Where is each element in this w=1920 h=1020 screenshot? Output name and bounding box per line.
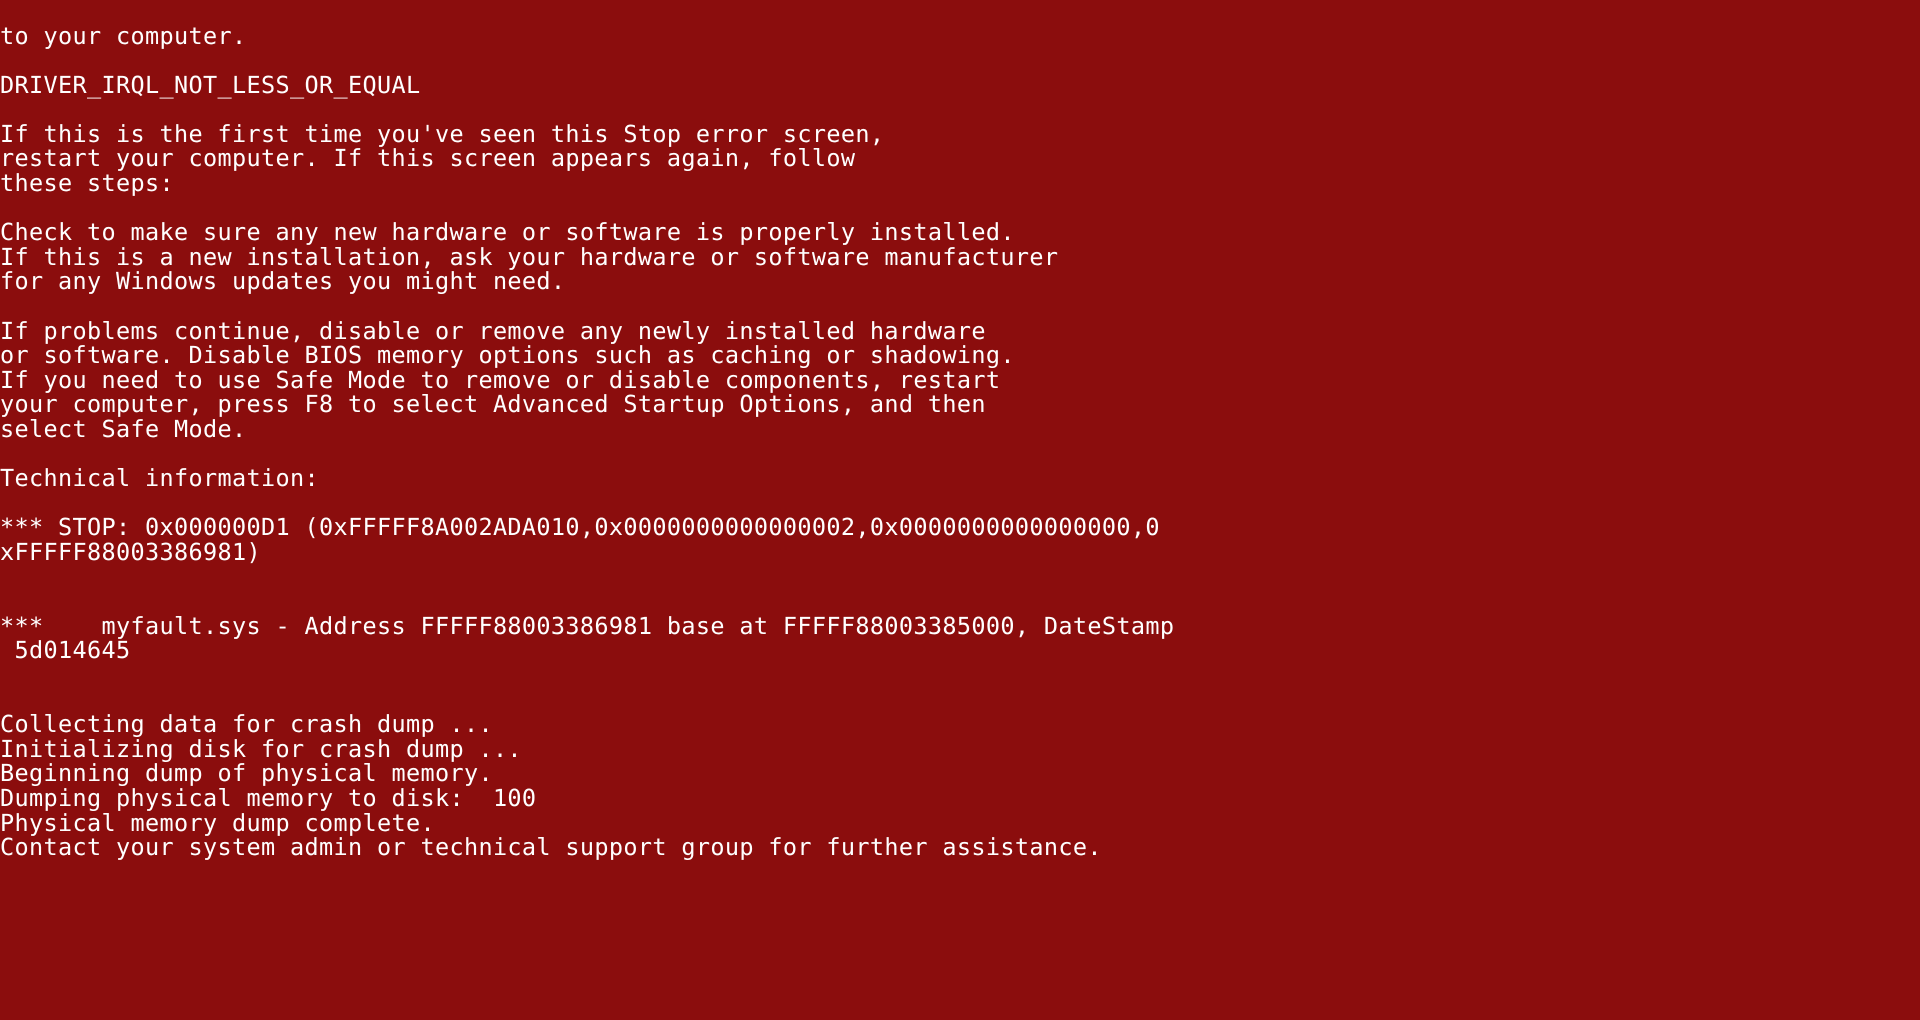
crash-text-line bbox=[0, 442, 1920, 467]
crash-text-line bbox=[0, 688, 1920, 713]
crash-text-line: *** myfault.sys - Address FFFFF880033869… bbox=[0, 611, 1175, 640]
crash-text-line: If problems continue, disable or remove … bbox=[0, 316, 986, 345]
crash-text-line: your computer, press F8 to select Advanc… bbox=[0, 390, 986, 419]
crash-text-line: Check to make sure any new hardware or s… bbox=[0, 218, 1015, 247]
crash-text-line: Initializing disk for crash dump ... bbox=[0, 734, 522, 763]
crash-text-line bbox=[0, 589, 1920, 614]
crash-text-line bbox=[0, 196, 1920, 221]
crash-text-line: Technical information: bbox=[0, 464, 319, 493]
crash-text-line: to your computer. bbox=[0, 21, 247, 50]
crash-text-line bbox=[0, 565, 1920, 590]
crash-text-line: or software. Disable BIOS memory options… bbox=[0, 341, 1015, 370]
crash-text-line: DRIVER_IRQL_NOT_LESS_OR_EQUAL bbox=[0, 70, 421, 99]
crash-text-line: If this is the first time you've seen th… bbox=[0, 119, 885, 148]
crash-text-line: Collecting data for crash dump ... bbox=[0, 710, 493, 739]
crash-text-line: If you need to use Safe Mode to remove o… bbox=[0, 365, 1001, 394]
crash-text-line: 5d014645 bbox=[0, 636, 131, 665]
crash-text-line bbox=[0, 294, 1920, 319]
crash-text-line: for any Windows updates you might need. bbox=[0, 267, 566, 296]
crash-text-line bbox=[0, 97, 1920, 122]
crash-text-line bbox=[0, 491, 1920, 516]
crash-text-line: If this is a new installation, ask your … bbox=[0, 242, 1059, 271]
crash-text-line: select Safe Mode. bbox=[0, 415, 247, 443]
stop-error-screen: to your computer. DRIVER_IRQL_NOT_LESS_O… bbox=[0, 0, 1920, 1020]
crash-text-line: Dumping physical memory to disk: 100 bbox=[0, 783, 537, 812]
crash-text-line: Contact your system admin or technical s… bbox=[0, 833, 1102, 862]
crash-text-line: these steps: bbox=[0, 169, 174, 198]
crash-text-line bbox=[0, 48, 1920, 73]
crash-text-line: Beginning dump of physical memory. bbox=[0, 759, 493, 788]
crash-message-text: to your computer. DRIVER_IRQL_NOT_LESS_O… bbox=[0, 21, 1920, 862]
crash-text-line: *** STOP: 0x000000D1 (0xFFFFF8A002ADA010… bbox=[0, 513, 1160, 542]
crash-text-line: restart your computer. If this screen ap… bbox=[0, 144, 856, 173]
crash-text-line: xFFFFF88003386981) bbox=[0, 537, 261, 566]
crash-text-line: Physical memory dump complete. bbox=[0, 808, 435, 837]
crash-text-line bbox=[0, 663, 1920, 688]
